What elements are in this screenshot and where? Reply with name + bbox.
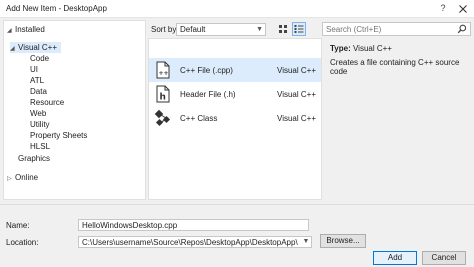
tree-item-data[interactable]: Data — [30, 86, 47, 97]
sort-dropdown[interactable]: Default ▼ — [176, 23, 266, 36]
tree-item-ui[interactable]: UI — [30, 64, 38, 75]
small-icons-view-button[interactable] — [276, 22, 290, 36]
template-item-header-file[interactable]: h Header File (.h) Visual C++ — [149, 82, 321, 106]
sort-bar: Sort by: Default ▼ — [148, 20, 322, 38]
search-icon[interactable] — [457, 24, 467, 34]
tree-item-label: Online — [15, 173, 39, 182]
chevron-down-icon[interactable]: ▼ — [300, 236, 312, 248]
details-panel: Type: Visual C++ Creates a file containi… — [322, 20, 471, 200]
template-name: Header File (.h) — [180, 90, 236, 99]
tree-item-graphics[interactable]: Graphics — [18, 153, 50, 164]
help-button[interactable]: ? — [436, 3, 450, 15]
location-input[interactable] — [78, 236, 312, 248]
close-button[interactable] — [456, 2, 470, 16]
expand-arrow-icon[interactable]: ▷ — [7, 174, 15, 185]
template-language: Visual C++ — [277, 66, 316, 75]
tree-item-label: Visual C++ — [18, 43, 57, 52]
cpp-file-icon: ++ — [156, 61, 170, 79]
name-input[interactable] — [78, 219, 309, 231]
svg-text:++: ++ — [159, 70, 169, 77]
tree-item-visual-cpp[interactable]: ◢ Visual C++ — [10, 42, 61, 53]
window-title: Add New Item - DesktopApp — [6, 4, 107, 13]
type-value: Visual C++ — [352, 44, 392, 53]
title-bar: Add New Item - DesktopApp ? — [0, 0, 474, 18]
sort-label: Sort by: — [151, 25, 179, 34]
list-view-icon — [294, 25, 304, 33]
type-label: Type: — [330, 44, 351, 53]
collapse-arrow-icon[interactable]: ◢ — [10, 44, 18, 55]
tree-item-online[interactable]: ▷ Online — [7, 172, 38, 183]
tree-item-web[interactable]: Web — [30, 108, 46, 119]
tree-item-resource[interactable]: Resource — [30, 97, 64, 108]
template-name: C++ File (.cpp) — [180, 66, 233, 75]
template-list[interactable]: ++ C++ File (.cpp) Visual C++ h Header F… — [148, 38, 322, 200]
header-file-icon: h — [156, 85, 170, 103]
location-label: Location: — [6, 238, 39, 247]
close-icon — [459, 5, 467, 13]
tree-item-label: Installed — [15, 25, 45, 34]
svg-text:h: h — [160, 93, 166, 103]
cpp-class-icon — [154, 109, 171, 127]
template-description: Creates a file containing C++ source cod… — [330, 58, 460, 76]
tree-item-atl[interactable]: ATL — [30, 75, 44, 86]
grid-view-icon — [279, 25, 287, 33]
template-language: Visual C++ — [277, 114, 316, 123]
name-label: Name: — [6, 221, 30, 230]
sort-value: Default — [180, 25, 206, 34]
tree-item-utility[interactable]: Utility — [30, 119, 50, 130]
category-tree[interactable]: ◢ Installed ◢ Visual C++ Code UI ATL Data … — [3, 20, 146, 200]
tree-item-code[interactable]: Code — [30, 53, 49, 64]
template-language: Visual C++ — [277, 90, 316, 99]
item-options: Name: Location: ▼ Browse... Add Cancel — [0, 204, 474, 267]
template-name: C++ Class — [180, 114, 218, 123]
collapse-arrow-icon[interactable]: ◢ — [7, 26, 15, 37]
add-button[interactable]: Add — [373, 251, 417, 265]
tree-item-property-sheets[interactable]: Property Sheets — [30, 130, 87, 141]
tree-item-hlsl[interactable]: HLSL — [30, 141, 50, 152]
chevron-down-icon: ▼ — [256, 26, 263, 33]
browse-button[interactable]: Browse... — [320, 234, 366, 248]
cancel-button[interactable]: Cancel — [422, 251, 466, 265]
list-view-button[interactable] — [292, 22, 306, 36]
template-type: Type: Visual C++ — [330, 44, 392, 53]
tree-item-installed[interactable]: ◢ Installed — [7, 24, 45, 35]
search-input[interactable] — [322, 22, 471, 36]
template-panel: Sort by: Default ▼ ++ C++ File (.cpp) Vi… — [148, 20, 322, 200]
template-item-cpp-file[interactable]: ++ C++ File (.cpp) Visual C++ — [149, 58, 321, 82]
template-item-cpp-class[interactable]: C++ Class Visual C++ — [149, 106, 321, 130]
